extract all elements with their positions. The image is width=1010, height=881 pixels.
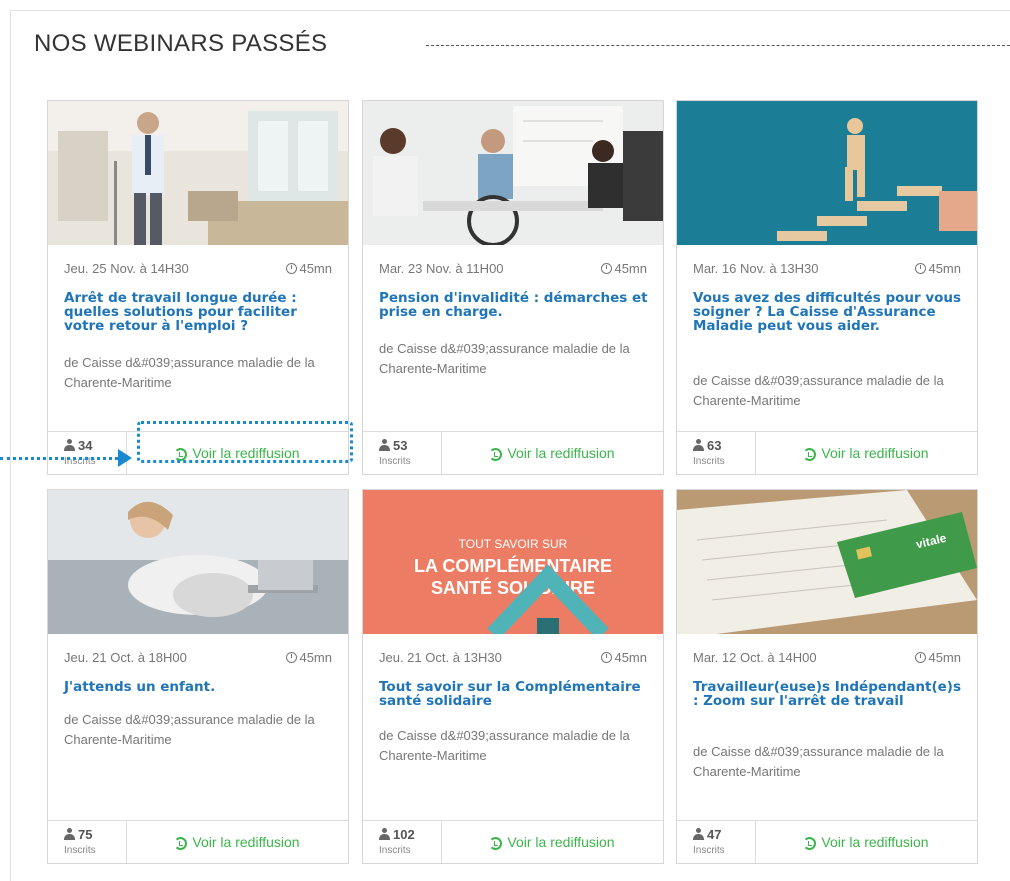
webinar-thumbnail[interactable] — [48, 101, 348, 245]
replay-button[interactable]: Voir la rediffusion — [126, 821, 348, 863]
webinar-footer: 34 Inscrits Voir la rediffusion — [48, 431, 348, 474]
user-icon — [693, 439, 704, 451]
replay-icon — [803, 837, 817, 850]
webinar-thumbnail[interactable]: vitale — [677, 490, 977, 634]
replay-icon — [174, 448, 188, 461]
webinar-footer: 53 Inscrits Voir la rediffusion — [363, 431, 663, 474]
title-divider — [426, 45, 1010, 46]
section-title: NOS WEBINARS PASSÉS — [34, 30, 328, 57]
registrants-label: Inscrits — [64, 845, 96, 856]
webinar-meta: Jeu. 25 Nov. à 14H30 45mn — [64, 261, 332, 279]
clock-icon — [601, 263, 613, 274]
replay-icon — [174, 837, 188, 850]
webinar-thumbnail[interactable] — [48, 490, 348, 634]
registrants-count: 63 Inscrits — [677, 432, 756, 474]
webinar-title[interactable]: Tout savoir sur la Complémentaire santé … — [379, 680, 649, 708]
webinar-meta: Mar. 16 Nov. à 13H30 45mn — [693, 261, 961, 279]
user-icon — [693, 828, 704, 840]
webinar-footer: 102 Inscrits Voir la rediffusion — [363, 820, 663, 863]
webinar-duration: 45mn — [601, 650, 647, 665]
webinar-date: Mar. 16 Nov. à 13H30 — [693, 261, 819, 276]
webinar-date: Jeu. 25 Nov. à 14H30 — [64, 261, 189, 276]
webinar-organizer: de Caisse d&#039;assurance maladie de la… — [379, 341, 630, 376]
webinar-meta: Mar. 12 Oct. à 14H00 45mn — [693, 650, 961, 668]
stairs-illustration — [677, 101, 977, 245]
banner-small-text: TOUT SAVOIR SUR — [459, 537, 568, 551]
webinar-meta: Mar. 23 Nov. à 11H00 45mn — [379, 261, 647, 279]
annotation-pointer-line — [0, 457, 124, 460]
replay-icon — [489, 448, 503, 461]
webinar-duration: 45mn — [286, 261, 332, 276]
registrants-label: Inscrits — [379, 456, 411, 467]
office-photo — [48, 101, 348, 245]
webinar-title[interactable]: Arrêt de travail longue durée : quelles … — [64, 291, 334, 333]
meeting-photo — [363, 101, 663, 245]
webinar-card[interactable]: Jeu. 21 Oct. à 18H00 45mn J'attends un e… — [47, 489, 349, 864]
clock-icon — [915, 652, 927, 663]
webinar-meta: Jeu. 21 Oct. à 18H00 45mn — [64, 650, 332, 668]
webinar-card[interactable]: vitale Mar. 12 Oct. à 14H00 45mn Travail… — [676, 489, 978, 864]
clock-icon — [286, 263, 298, 274]
user-icon — [379, 828, 390, 840]
webinar-title[interactable]: Pension d'invalidité : démarches et pris… — [379, 291, 649, 319]
webinar-date: Jeu. 21 Oct. à 13H30 — [379, 650, 502, 665]
registrants-count: 34 Inscrits — [48, 432, 127, 474]
webinar-duration: 45mn — [601, 261, 647, 276]
webinar-footer: 75 Inscrits Voir la rediffusion — [48, 820, 348, 863]
registrants-count: 47 Inscrits — [677, 821, 756, 863]
replay-button[interactable]: Voir la rediffusion — [441, 821, 663, 863]
registrants-label: Inscrits — [693, 845, 725, 856]
clock-icon — [601, 652, 613, 663]
webinar-date: Mar. 12 Oct. à 14H00 — [693, 650, 817, 665]
webinar-footer: 47 Inscrits Voir la rediffusion — [677, 820, 977, 863]
sick-leave-form-photo: vitale — [677, 490, 977, 634]
webinar-organizer: de Caisse d&#039;assurance maladie de la… — [693, 373, 944, 408]
banner-illustration: TOUT SAVOIR SUR LA COMPLÉMENTAIRE SANTÉ … — [363, 490, 663, 634]
webinar-organizer: de Caisse d&#039;assurance maladie de la… — [693, 744, 944, 779]
user-icon — [64, 439, 75, 451]
webinar-date: Jeu. 21 Oct. à 18H00 — [64, 650, 187, 665]
registrants-count: 102 Inscrits — [363, 821, 442, 863]
webinar-organizer: de Caisse d&#039;assurance maladie de la… — [64, 355, 315, 390]
replay-icon — [489, 837, 503, 850]
webinar-thumbnail[interactable] — [677, 101, 977, 245]
webinar-card[interactable]: Mar. 23 Nov. à 11H00 45mn Pension d'inva… — [362, 100, 664, 475]
webinar-organizer: de Caisse d&#039;assurance maladie de la… — [379, 728, 630, 763]
webinar-title[interactable]: Travailleur(euse)s Indépendant(e)s : Zoo… — [693, 680, 963, 708]
webinar-organizer: de Caisse d&#039;assurance maladie de la… — [64, 712, 315, 747]
replay-button[interactable]: Voir la rediffusion — [755, 821, 977, 863]
user-icon — [64, 828, 75, 840]
banner-line-1: LA COMPLÉMENTAIRE — [414, 555, 612, 576]
webinar-date: Mar. 23 Nov. à 11H00 — [379, 261, 504, 276]
webinar-card[interactable]: Mar. 16 Nov. à 13H30 45mn Vous avez des … — [676, 100, 978, 475]
webinar-duration: 45mn — [915, 261, 961, 276]
replay-button[interactable]: Voir la rediffusion — [755, 432, 977, 474]
replay-icon — [803, 448, 817, 461]
webinar-thumbnail[interactable]: TOUT SAVOIR SUR LA COMPLÉMENTAIRE SANTÉ … — [363, 490, 663, 634]
webinar-card[interactable]: Jeu. 25 Nov. à 14H30 45mn Arrêt de trava… — [47, 100, 349, 475]
webinar-thumbnail[interactable] — [363, 101, 663, 245]
registrants-count: 53 Inscrits — [363, 432, 442, 474]
webinar-duration: 45mn — [915, 650, 961, 665]
webinar-title[interactable]: J'attends un enfant. — [64, 680, 334, 694]
webinar-duration: 45mn — [286, 650, 332, 665]
clock-icon — [915, 263, 927, 274]
pregnant-woman-photo — [48, 490, 348, 634]
registrants-label: Inscrits — [379, 845, 411, 856]
registrants-count: 75 Inscrits — [48, 821, 127, 863]
webinar-meta: Jeu. 21 Oct. à 13H30 45mn — [379, 650, 647, 668]
webinar-card[interactable]: TOUT SAVOIR SUR LA COMPLÉMENTAIRE SANTÉ … — [362, 489, 664, 864]
webinar-title[interactable]: Vous avez des difficultés pour vous soig… — [693, 291, 963, 333]
webinar-footer: 63 Inscrits Voir la rediffusion — [677, 431, 977, 474]
registrants-label: Inscrits — [693, 456, 725, 467]
replay-button[interactable]: Voir la rediffusion — [441, 432, 663, 474]
user-icon — [379, 439, 390, 451]
annotation-arrow-icon — [118, 449, 132, 467]
replay-button[interactable]: Voir la rediffusion — [126, 432, 348, 474]
clock-icon — [286, 652, 298, 663]
